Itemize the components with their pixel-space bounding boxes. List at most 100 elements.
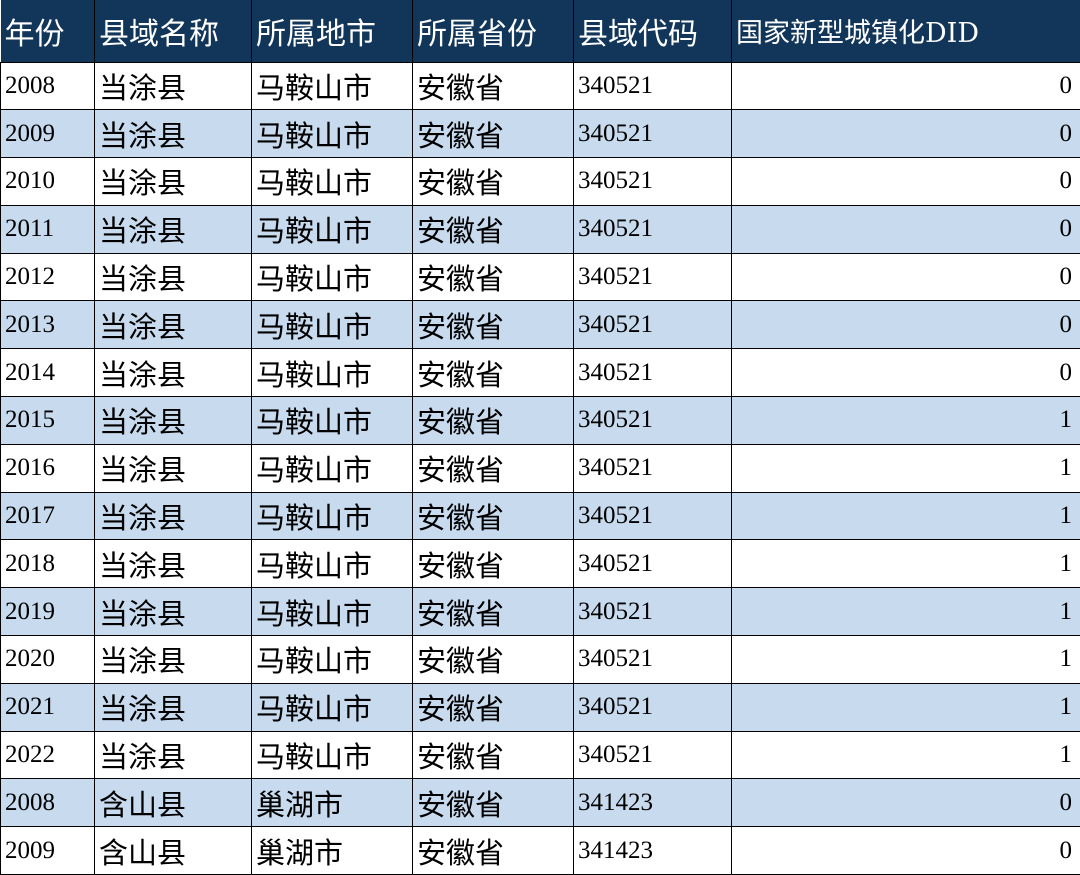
cell-year[interactable]: 2017 — [1, 492, 95, 540]
cell-province[interactable]: 安徽省 — [413, 540, 574, 588]
cell-county-code[interactable]: 340521 — [574, 444, 732, 492]
cell-city[interactable]: 马鞍山市 — [252, 636, 413, 684]
cell-did[interactable]: 0 — [732, 62, 1080, 110]
header-city[interactable]: 所属地市 — [252, 0, 413, 62]
cell-county-name[interactable]: 当涂县 — [95, 349, 252, 397]
cell-did[interactable]: 0 — [732, 779, 1080, 827]
cell-did[interactable]: 0 — [732, 110, 1080, 158]
cell-did[interactable]: 0 — [732, 253, 1080, 301]
cell-county-name[interactable]: 当涂县 — [95, 158, 252, 206]
header-province[interactable]: 所属省份 — [413, 0, 574, 62]
cell-city[interactable]: 马鞍山市 — [252, 540, 413, 588]
cell-province[interactable]: 安徽省 — [413, 588, 574, 636]
cell-county-code[interactable]: 340521 — [574, 588, 732, 636]
cell-city[interactable]: 马鞍山市 — [252, 731, 413, 779]
cell-did[interactable]: 1 — [732, 731, 1080, 779]
cell-province[interactable]: 安徽省 — [413, 205, 574, 253]
cell-province[interactable]: 安徽省 — [413, 827, 574, 875]
cell-county-name[interactable]: 当涂县 — [95, 110, 252, 158]
cell-province[interactable]: 安徽省 — [413, 301, 574, 349]
cell-province[interactable]: 安徽省 — [413, 779, 574, 827]
cell-year[interactable]: 2019 — [1, 588, 95, 636]
cell-county-name[interactable]: 当涂县 — [95, 540, 252, 588]
cell-county-code[interactable]: 340521 — [574, 301, 732, 349]
cell-county-code[interactable]: 341423 — [574, 827, 732, 875]
cell-province[interactable]: 安徽省 — [413, 253, 574, 301]
cell-year[interactable]: 2011 — [1, 205, 95, 253]
cell-county-code[interactable]: 340521 — [574, 397, 732, 445]
cell-county-name[interactable]: 当涂县 — [95, 444, 252, 492]
header-county-name[interactable]: 县域名称 — [95, 0, 252, 62]
cell-county-code[interactable]: 340521 — [574, 110, 732, 158]
cell-province[interactable]: 安徽省 — [413, 397, 574, 445]
cell-county-name[interactable]: 当涂县 — [95, 588, 252, 636]
cell-province[interactable]: 安徽省 — [413, 731, 574, 779]
cell-county-code[interactable]: 340521 — [574, 731, 732, 779]
cell-year[interactable]: 2008 — [1, 62, 95, 110]
cell-city[interactable]: 马鞍山市 — [252, 62, 413, 110]
cell-year[interactable]: 2009 — [1, 110, 95, 158]
cell-province[interactable]: 安徽省 — [413, 110, 574, 158]
cell-county-code[interactable]: 340521 — [574, 540, 732, 588]
cell-year[interactable]: 2010 — [1, 158, 95, 206]
cell-city[interactable]: 马鞍山市 — [252, 301, 413, 349]
cell-city[interactable]: 马鞍山市 — [252, 349, 413, 397]
cell-city[interactable]: 马鞍山市 — [252, 253, 413, 301]
cell-county-name[interactable]: 含山县 — [95, 779, 252, 827]
cell-county-name[interactable]: 当涂县 — [95, 253, 252, 301]
cell-county-code[interactable]: 340521 — [574, 349, 732, 397]
cell-city[interactable]: 巢湖市 — [252, 827, 413, 875]
cell-province[interactable]: 安徽省 — [413, 636, 574, 684]
cell-year[interactable]: 2013 — [1, 301, 95, 349]
cell-county-code[interactable]: 341423 — [574, 779, 732, 827]
cell-did[interactable]: 1 — [732, 397, 1080, 445]
cell-did[interactable]: 0 — [732, 205, 1080, 253]
cell-county-name[interactable]: 当涂县 — [95, 731, 252, 779]
cell-county-code[interactable]: 340521 — [574, 253, 732, 301]
cell-county-name[interactable]: 当涂县 — [95, 397, 252, 445]
cell-province[interactable]: 安徽省 — [413, 492, 574, 540]
cell-did[interactable]: 0 — [732, 158, 1080, 206]
cell-county-code[interactable]: 340521 — [574, 205, 732, 253]
header-did[interactable]: 国家新型城镇化DID — [732, 0, 1080, 62]
cell-province[interactable]: 安徽省 — [413, 683, 574, 731]
cell-year[interactable]: 2014 — [1, 349, 95, 397]
cell-year[interactable]: 2008 — [1, 779, 95, 827]
header-county-code[interactable]: 县域代码 — [574, 0, 732, 62]
cell-county-name[interactable]: 当涂县 — [95, 683, 252, 731]
cell-did[interactable]: 1 — [732, 540, 1080, 588]
cell-year[interactable]: 2012 — [1, 253, 95, 301]
cell-did[interactable]: 1 — [732, 492, 1080, 540]
cell-did[interactable]: 0 — [732, 301, 1080, 349]
cell-county-name[interactable]: 当涂县 — [95, 301, 252, 349]
cell-city[interactable]: 马鞍山市 — [252, 110, 413, 158]
cell-year[interactable]: 2022 — [1, 731, 95, 779]
cell-year[interactable]: 2015 — [1, 397, 95, 445]
header-year[interactable]: 年份 — [1, 0, 95, 62]
cell-county-code[interactable]: 340521 — [574, 683, 732, 731]
cell-city[interactable]: 马鞍山市 — [252, 683, 413, 731]
cell-county-code[interactable]: 340521 — [574, 492, 732, 540]
cell-did[interactable]: 1 — [732, 683, 1080, 731]
cell-city[interactable]: 马鞍山市 — [252, 588, 413, 636]
cell-did[interactable]: 1 — [732, 444, 1080, 492]
cell-county-name[interactable]: 当涂县 — [95, 205, 252, 253]
cell-city[interactable]: 马鞍山市 — [252, 158, 413, 206]
cell-province[interactable]: 安徽省 — [413, 349, 574, 397]
cell-county-name[interactable]: 当涂县 — [95, 636, 252, 684]
cell-year[interactable]: 2009 — [1, 827, 95, 875]
cell-city[interactable]: 巢湖市 — [252, 779, 413, 827]
cell-did[interactable]: 1 — [732, 588, 1080, 636]
cell-year[interactable]: 2020 — [1, 636, 95, 684]
cell-city[interactable]: 马鞍山市 — [252, 205, 413, 253]
cell-county-code[interactable]: 340521 — [574, 158, 732, 206]
cell-city[interactable]: 马鞍山市 — [252, 444, 413, 492]
cell-county-name[interactable]: 含山县 — [95, 827, 252, 875]
cell-province[interactable]: 安徽省 — [413, 158, 574, 206]
cell-county-name[interactable]: 当涂县 — [95, 492, 252, 540]
cell-county-code[interactable]: 340521 — [574, 62, 732, 110]
cell-did[interactable]: 0 — [732, 349, 1080, 397]
cell-year[interactable]: 2021 — [1, 683, 95, 731]
cell-province[interactable]: 安徽省 — [413, 444, 574, 492]
cell-year[interactable]: 2018 — [1, 540, 95, 588]
